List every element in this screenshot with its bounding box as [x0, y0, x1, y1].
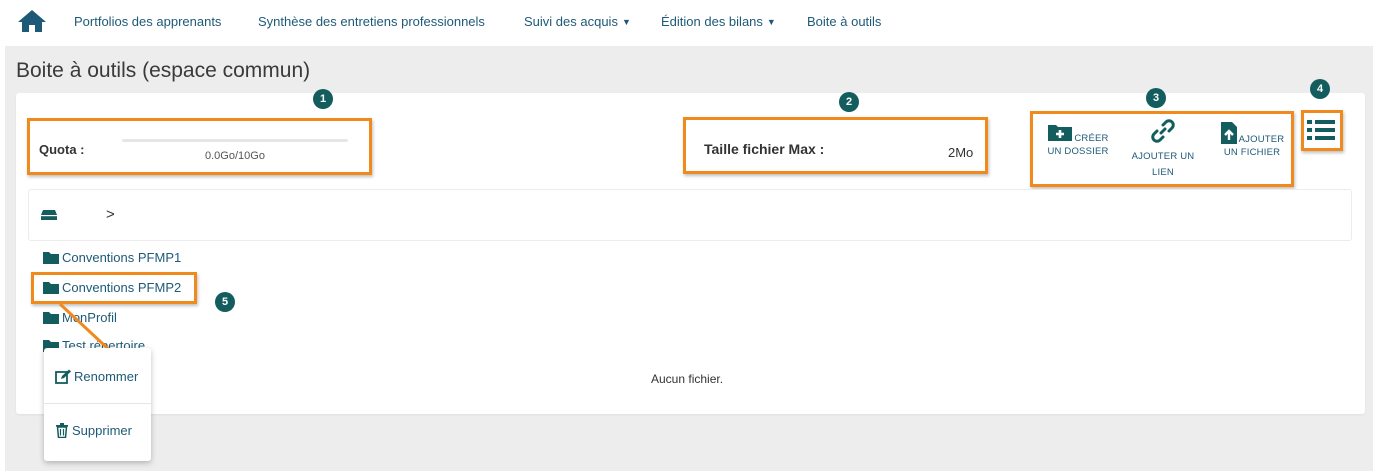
max-file-value: 2Mo — [948, 145, 974, 160]
page-title: Boite à outils (espace commun) — [16, 59, 311, 82]
add-file-button[interactable]: AJOUTER UN FICHIER — [1216, 121, 1288, 161]
badge-2: 2 — [839, 92, 859, 112]
badge-4: 4 — [1310, 79, 1330, 99]
folder-item[interactable]: Conventions PFMP2 — [43, 280, 181, 295]
home-icon[interactable] — [16, 8, 48, 34]
caret-down-icon: ▼ — [621, 17, 631, 27]
badge-5: 5 — [215, 292, 235, 312]
quota-value: 0.0Go/10Go — [205, 150, 265, 162]
top-navbar: Portfolios des apprenants Synthèse des e… — [0, 0, 1373, 44]
context-menu: Renommer Supprimer — [44, 348, 151, 461]
nav-edition-bilans[interactable]: Édition des bilans ▼ — [661, 14, 776, 29]
drive-icon[interactable] — [40, 209, 58, 221]
nav-suivi-acquis[interactable]: Suivi des acquis ▼ — [524, 14, 631, 29]
folder-icon — [43, 312, 59, 324]
link-icon — [1151, 119, 1175, 143]
folder-item[interactable]: Conventions PFMP1 — [43, 250, 181, 265]
breadcrumb-separator: > — [106, 206, 115, 223]
create-folder-button[interactable]: CRÉER UN DOSSIER — [1044, 122, 1112, 160]
delete-menu-item[interactable]: Supprimer — [44, 410, 151, 450]
nav-synthese[interactable]: Synthèse des entretiens professionnels — [258, 14, 485, 29]
file-upload-icon — [1220, 122, 1237, 144]
quota-progress-bar — [122, 139, 348, 142]
add-link-button[interactable]: AJOUTER UN LIEN — [1128, 118, 1198, 181]
folder-plus-icon — [1048, 125, 1073, 141]
trash-icon — [56, 422, 68, 438]
nav-boite-outils[interactable]: Boite à outils — [807, 14, 881, 29]
rename-menu-item[interactable]: Renommer — [44, 356, 151, 396]
caret-down-icon: ▼ — [766, 17, 776, 27]
folder-icon — [43, 252, 59, 264]
quota-label: Quota : — [39, 142, 85, 157]
nav-portfolios[interactable]: Portfolios des apprenants — [74, 14, 221, 29]
context-menu-divider — [44, 403, 151, 404]
folder-item[interactable]: MonProfil — [43, 310, 117, 325]
breadcrumb: > — [28, 189, 1352, 241]
folder-icon — [43, 282, 59, 294]
badge-3: 3 — [1146, 88, 1166, 108]
edit-icon — [55, 369, 71, 384]
max-file-label: Taille fichier Max : — [704, 141, 825, 157]
badge-1: 1 — [313, 89, 333, 109]
list-icon[interactable] — [1306, 117, 1336, 143]
empty-files-message: Aucun fichier. — [651, 372, 724, 386]
